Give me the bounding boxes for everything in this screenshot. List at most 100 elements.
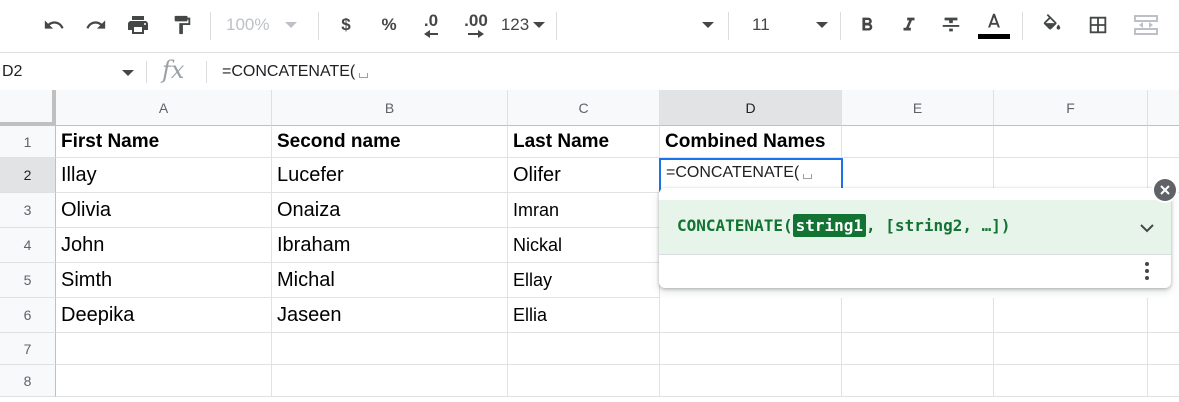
column-header-c[interactable]: C xyxy=(508,90,660,126)
chevron-down-icon xyxy=(285,22,298,28)
increase-decimal-button[interactable]: .00 xyxy=(456,8,496,42)
cell-b6[interactable]: Jaseen xyxy=(272,298,508,333)
cell-c4[interactable]: Nickal xyxy=(508,228,660,263)
cell-b2[interactable]: Lucefer xyxy=(272,158,508,193)
toolbar-separator xyxy=(556,12,557,40)
column-header-g[interactable] xyxy=(1148,90,1179,126)
cell-f8[interactable] xyxy=(994,365,1148,397)
italic-icon[interactable] xyxy=(894,8,924,42)
zoom-select[interactable]: 100% xyxy=(226,8,310,42)
active-cell-editor[interactable]: =CONCATENATE( xyxy=(659,158,843,192)
row-header-5[interactable]: 5 xyxy=(0,263,56,298)
column-header-f[interactable]: F xyxy=(994,90,1148,126)
name-box-value: D2 xyxy=(2,63,23,80)
chevron-down-icon xyxy=(533,22,546,28)
increase-decimal-label: .00 xyxy=(464,11,488,30)
formula-bar-separator xyxy=(206,61,207,83)
cell-d1[interactable]: Combined Names xyxy=(660,126,842,158)
row-header-1[interactable]: 1 xyxy=(0,126,56,158)
chevron-down-icon xyxy=(702,22,714,28)
toolbar-separator xyxy=(728,12,729,40)
cell-a3[interactable]: Olivia xyxy=(56,193,272,228)
row-header-6[interactable]: 6 xyxy=(0,298,56,333)
chevron-down-icon[interactable] xyxy=(1139,220,1155,238)
cell-a5[interactable]: Simth xyxy=(56,263,272,298)
more-formats-label: 123 xyxy=(500,15,530,34)
currency-button[interactable]: $ xyxy=(334,8,358,42)
cell-f7[interactable] xyxy=(994,333,1148,365)
row-header-4[interactable]: 4 xyxy=(0,228,56,263)
cell-a8[interactable] xyxy=(56,365,272,397)
row-header-8[interactable]: 8 xyxy=(0,365,56,397)
cell-b5[interactable]: Michal xyxy=(272,263,508,298)
column-header-b[interactable]: B xyxy=(272,90,508,126)
column-header-d[interactable]: D xyxy=(660,90,842,126)
space-marker-icon xyxy=(803,174,813,179)
cell-g8[interactable] xyxy=(1148,365,1179,397)
arrow-left-icon xyxy=(424,30,438,38)
formula-input[interactable]: =CONCATENATE( xyxy=(222,63,369,81)
cell-c1[interactable]: Last Name xyxy=(508,126,660,158)
chevron-down-icon[interactable] xyxy=(122,70,134,76)
row-header-7[interactable]: 7 xyxy=(0,333,56,365)
print-icon[interactable] xyxy=(122,8,154,42)
cell-c7[interactable] xyxy=(508,333,660,365)
formula-signature-bar[interactable]: CONCATENATE(string1, [string2, …]) xyxy=(659,200,1171,255)
font-size-select[interactable]: 11 xyxy=(740,8,832,42)
cell-d6[interactable] xyxy=(660,298,842,333)
cell-g6[interactable] xyxy=(1148,298,1179,333)
more-options-icon[interactable] xyxy=(1145,262,1149,283)
merge-cells-icon[interactable] xyxy=(1126,8,1166,42)
cell-e8[interactable] xyxy=(842,365,994,397)
column-header-e[interactable]: E xyxy=(842,90,994,126)
cell-e6[interactable] xyxy=(842,298,994,333)
percent-button[interactable]: % xyxy=(376,8,402,42)
more-formats-button[interactable]: 123 xyxy=(498,8,548,42)
cell-a7[interactable] xyxy=(56,333,272,365)
cell-c6[interactable]: Ellia xyxy=(508,298,660,333)
cell-a1[interactable]: First Name xyxy=(56,126,272,158)
cell-b3[interactable]: Onaiza xyxy=(272,193,508,228)
cell-f6[interactable] xyxy=(994,298,1148,333)
cell-b1[interactable]: Second name xyxy=(272,126,508,158)
toolbar: 100% $ % .0 .00 123 11 xyxy=(0,0,1179,52)
select-all-corner[interactable] xyxy=(0,90,56,126)
cell-a6[interactable]: Deepika xyxy=(56,298,272,333)
cell-c2[interactable]: Olifer xyxy=(508,158,660,193)
cell-c8[interactable] xyxy=(508,365,660,397)
redo-icon[interactable] xyxy=(80,8,112,42)
close-icon[interactable] xyxy=(1154,179,1176,201)
cell-f1[interactable] xyxy=(994,126,1148,158)
bold-icon[interactable] xyxy=(852,8,882,42)
cell-c5[interactable]: Ellay xyxy=(508,263,660,298)
row-header-3[interactable]: 3 xyxy=(0,193,56,228)
cell-b8[interactable] xyxy=(272,365,508,397)
cell-d7[interactable] xyxy=(660,333,842,365)
cell-a2[interactable]: Illay xyxy=(56,158,272,193)
fill-color-icon[interactable] xyxy=(1036,8,1068,42)
space-marker-icon xyxy=(359,73,369,78)
active-cell-text: =CONCATENATE( xyxy=(666,164,800,181)
text-color-icon[interactable] xyxy=(976,8,1012,42)
cell-a4[interactable]: John xyxy=(56,228,272,263)
undo-icon[interactable] xyxy=(38,8,70,42)
cell-b7[interactable] xyxy=(272,333,508,365)
cell-b4[interactable]: Ibraham xyxy=(272,228,508,263)
decrease-decimal-label: .0 xyxy=(423,11,439,30)
paint-format-icon[interactable] xyxy=(166,8,198,42)
cell-e7[interactable] xyxy=(842,333,994,365)
name-box[interactable]: D2 xyxy=(0,53,142,91)
formula-bar-separator xyxy=(146,61,147,83)
cell-g1[interactable] xyxy=(1148,126,1179,158)
strikethrough-icon[interactable] xyxy=(936,8,966,42)
cell-g7[interactable] xyxy=(1148,333,1179,365)
cell-c3[interactable]: Imran xyxy=(508,193,660,228)
cell-d8[interactable] xyxy=(660,365,842,397)
cell-e1[interactable] xyxy=(842,126,994,158)
decrease-decimal-button[interactable]: .0 xyxy=(414,8,448,42)
borders-icon[interactable] xyxy=(1082,8,1114,42)
column-header-a[interactable]: A xyxy=(56,90,272,126)
font-size-value: 11 xyxy=(752,15,770,34)
font-family-select[interactable] xyxy=(600,8,720,42)
row-header-2[interactable]: 2 xyxy=(0,158,56,193)
